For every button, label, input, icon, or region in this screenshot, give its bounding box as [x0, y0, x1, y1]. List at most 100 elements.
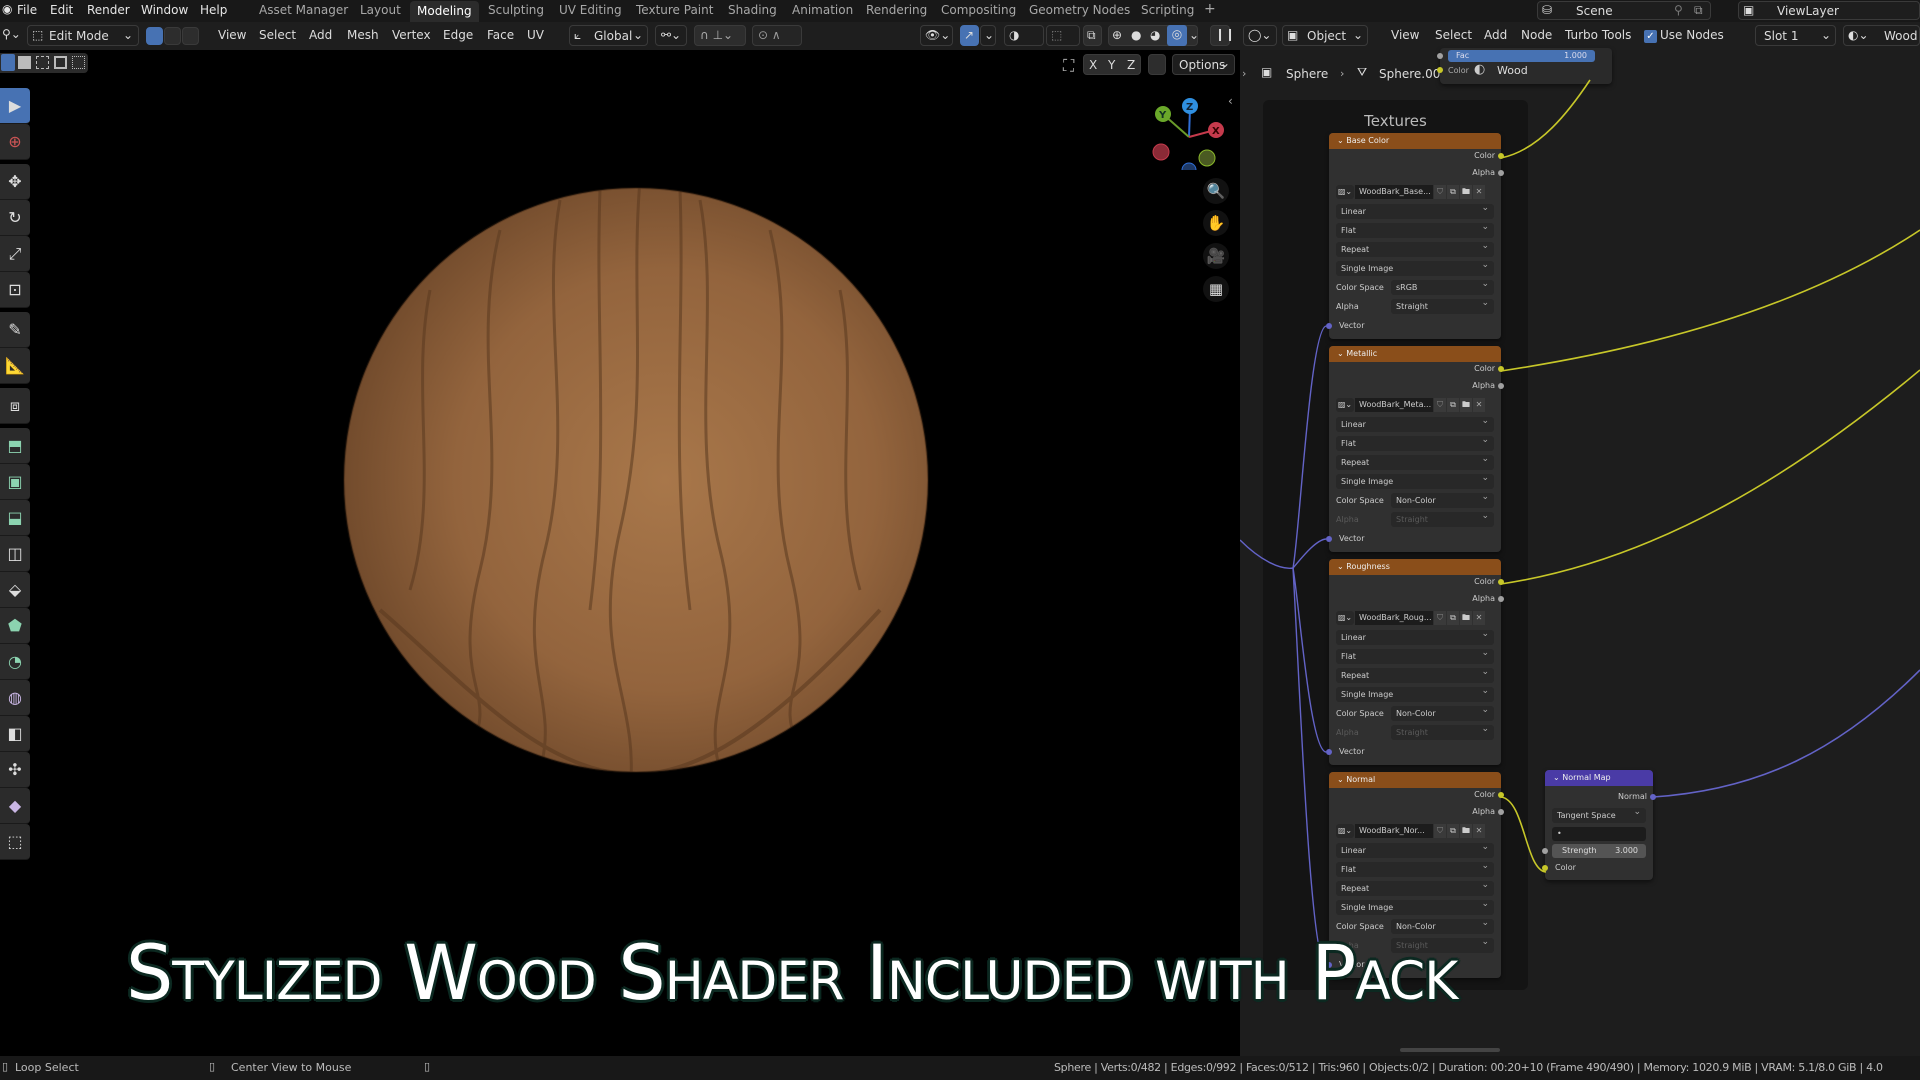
projection-dropdown[interactable]: Flat — [1336, 859, 1494, 877]
vector-input-socket[interactable] — [1326, 536, 1332, 542]
chevron-down-icon[interactable]: ⌄ — [1189, 28, 1199, 42]
axis-neg-x-icon[interactable] — [1152, 143, 1170, 161]
scene-selector[interactable]: ⛁ Scene ⚲ ⧉ — [1537, 1, 1711, 20]
menu-edge[interactable]: Edge — [443, 28, 473, 42]
color-space-dropdown[interactable]: Non-Color — [1391, 490, 1494, 508]
image-name-field[interactable]: WoodBark_Base... — [1355, 185, 1433, 199]
color-output-socket[interactable] — [1498, 579, 1504, 585]
navigation-gizmo[interactable]: Z Y X — [1150, 90, 1230, 170]
color-output-socket[interactable] — [1498, 792, 1504, 798]
tab-layout[interactable]: Layout — [360, 3, 401, 17]
color-output-socket[interactable] — [1498, 366, 1504, 372]
snapping-toggle[interactable]: ∩ ⊥⌄ — [694, 25, 746, 46]
space-dropdown[interactable]: Tangent Space — [1552, 805, 1646, 823]
vector-input-socket[interactable] — [1326, 749, 1332, 755]
open-image-icon[interactable]: 🖿 — [1460, 611, 1472, 625]
alpha-output-socket[interactable] — [1498, 383, 1504, 389]
use-nodes-checkbox[interactable]: ✓ — [1644, 30, 1657, 43]
normal-map-node[interactable]: ⌄ Normal Map Normal Tangent Space • Stre… — [1542, 770, 1656, 880]
menu-select[interactable]: Select — [259, 28, 296, 42]
image-name-field[interactable]: WoodBark_Meta... — [1355, 398, 1433, 412]
node-menu-add[interactable]: Add — [1484, 28, 1507, 42]
node-header[interactable]: ⌄ Roughness — [1329, 559, 1501, 575]
node-menu-node[interactable]: Node — [1521, 28, 1552, 42]
fake-user-icon[interactable]: ⛉ — [1434, 185, 1446, 199]
mode-selector[interactable]: ⬚ Edit Mode ⌄ — [27, 25, 139, 46]
menu-file[interactable]: File — [17, 3, 37, 17]
menu-add[interactable]: Add — [309, 28, 332, 42]
visibility-selector[interactable]: 👁⌄ — [920, 25, 953, 46]
node-menu-select[interactable]: Select — [1435, 28, 1472, 42]
image-name-field[interactable]: WoodBark_Nor... — [1355, 824, 1433, 838]
transform-orientation-selector[interactable]: ⟀ Global ⌄ — [569, 25, 648, 46]
normal-map-header[interactable]: ⌄ Normal Map — [1545, 770, 1653, 786]
pan-view-button[interactable]: ✋ — [1203, 210, 1229, 236]
color-output-socket[interactable] — [1498, 153, 1504, 159]
sidebar-expand-icon[interactable]: ‹ — [1228, 94, 1233, 108]
tab-animation[interactable]: Animation — [792, 3, 853, 17]
interpolation-dropdown[interactable]: Linear — [1336, 414, 1494, 432]
shader-type-selector[interactable]: ▣ Object ⌄ — [1282, 25, 1368, 46]
duplicate-image-icon[interactable]: ⧉ — [1447, 185, 1459, 199]
menu-window[interactable]: Window — [141, 3, 188, 17]
alpha-output-socket[interactable] — [1498, 170, 1504, 176]
breadcrumb-object[interactable]: Sphere — [1286, 67, 1328, 81]
duplicate-image-icon[interactable]: ⧉ — [1447, 824, 1459, 838]
overlays-toggle[interactable]: ◑ — [1004, 25, 1044, 46]
menu-mesh[interactable]: Mesh — [347, 28, 379, 42]
extension-dropdown[interactable]: Repeat — [1336, 878, 1494, 896]
projection-dropdown[interactable]: Flat — [1336, 220, 1494, 238]
tab-scripting[interactable]: Scripting — [1141, 3, 1194, 17]
alpha-output-socket[interactable] — [1498, 596, 1504, 602]
face-select-button[interactable] — [182, 27, 199, 45]
horizontal-scrollbar[interactable] — [1400, 1048, 1500, 1052]
node-header[interactable]: ⌄ Normal — [1329, 772, 1501, 788]
projection-dropdown[interactable]: Flat — [1336, 646, 1494, 664]
tab-texture-paint[interactable]: Texture Paint — [636, 3, 713, 17]
zoom-view-button[interactable]: 🔍 — [1203, 178, 1229, 204]
menu-face[interactable]: Face — [487, 28, 514, 42]
duplicate-image-icon[interactable]: ⧉ — [1447, 398, 1459, 412]
camera-view-button[interactable]: 🎥 — [1203, 243, 1229, 269]
pause-render-button[interactable]: ❙❙ — [1210, 25, 1235, 46]
extension-dropdown[interactable]: Repeat — [1336, 665, 1494, 683]
color-socket[interactable] — [1437, 67, 1443, 73]
image-browse-icon[interactable]: ▨⌄ — [1336, 185, 1354, 199]
tab-asset-manager[interactable]: Asset Manager — [259, 3, 348, 17]
material-output-node[interactable]: Fac 1.000 Color ◐ Wood — [1437, 48, 1612, 84]
open-image-icon[interactable]: 🖿 — [1460, 185, 1472, 199]
material-selector[interactable]: ◐⌄ Wood — [1843, 25, 1920, 46]
gizmo-toggle[interactable]: ↗ — [960, 25, 979, 46]
image-browse-icon[interactable]: ▨⌄ — [1336, 398, 1354, 412]
duplicate-image-icon[interactable]: ⧉ — [1447, 611, 1459, 625]
source-dropdown[interactable]: Single Image — [1336, 258, 1494, 276]
editor-type-selector[interactable]: ◯⌄ — [1243, 25, 1277, 46]
unlink-image-icon[interactable]: ✕ — [1473, 824, 1485, 838]
breadcrumb-material[interactable]: Wood — [1497, 64, 1528, 77]
source-dropdown[interactable]: Single Image — [1336, 471, 1494, 489]
ortho-toggle-button[interactable]: ▦ — [1203, 276, 1229, 302]
wireframe-shading-icon[interactable]: ⊕ — [1112, 28, 1122, 42]
gizmo-dropdown[interactable]: ⌄ — [980, 25, 996, 46]
tab-sculpting[interactable]: Sculpting — [488, 3, 544, 17]
edge-select-button[interactable] — [164, 27, 181, 45]
menu-vertex[interactable]: Vertex — [392, 28, 431, 42]
xray-toggle[interactable]: ⧉ — [1083, 25, 1102, 46]
color-space-dropdown[interactable]: sRGB — [1391, 277, 1494, 295]
tab-rendering[interactable]: Rendering — [866, 3, 927, 17]
node-menu-turbo-tools[interactable]: Turbo Tools — [1565, 28, 1631, 42]
menu-uv[interactable]: UV — [527, 28, 544, 42]
view-layer-selector[interactable]: ▣ ViewLayer — [1738, 1, 1920, 20]
tab-compositing[interactable]: Compositing — [941, 3, 1016, 17]
interpolation-dropdown[interactable]: Linear — [1336, 201, 1494, 219]
vector-input-socket[interactable] — [1326, 323, 1332, 329]
menu-edit[interactable]: Edit — [50, 3, 73, 17]
slot-selector[interactable]: Slot 1 ⌄ — [1755, 25, 1836, 46]
normal-output-socket[interactable] — [1650, 794, 1656, 800]
fake-user-icon[interactable]: ⛉ — [1434, 611, 1446, 625]
duplicate-scene-icon[interactable]: ⧉ — [1694, 3, 1703, 18]
tab-geometry-nodes[interactable]: Geometry Nodes — [1029, 3, 1130, 17]
menu-render[interactable]: Render — [87, 3, 130, 17]
alpha-output-socket[interactable] — [1498, 809, 1504, 815]
node-header[interactable]: ⌄ Base Color — [1329, 133, 1501, 149]
